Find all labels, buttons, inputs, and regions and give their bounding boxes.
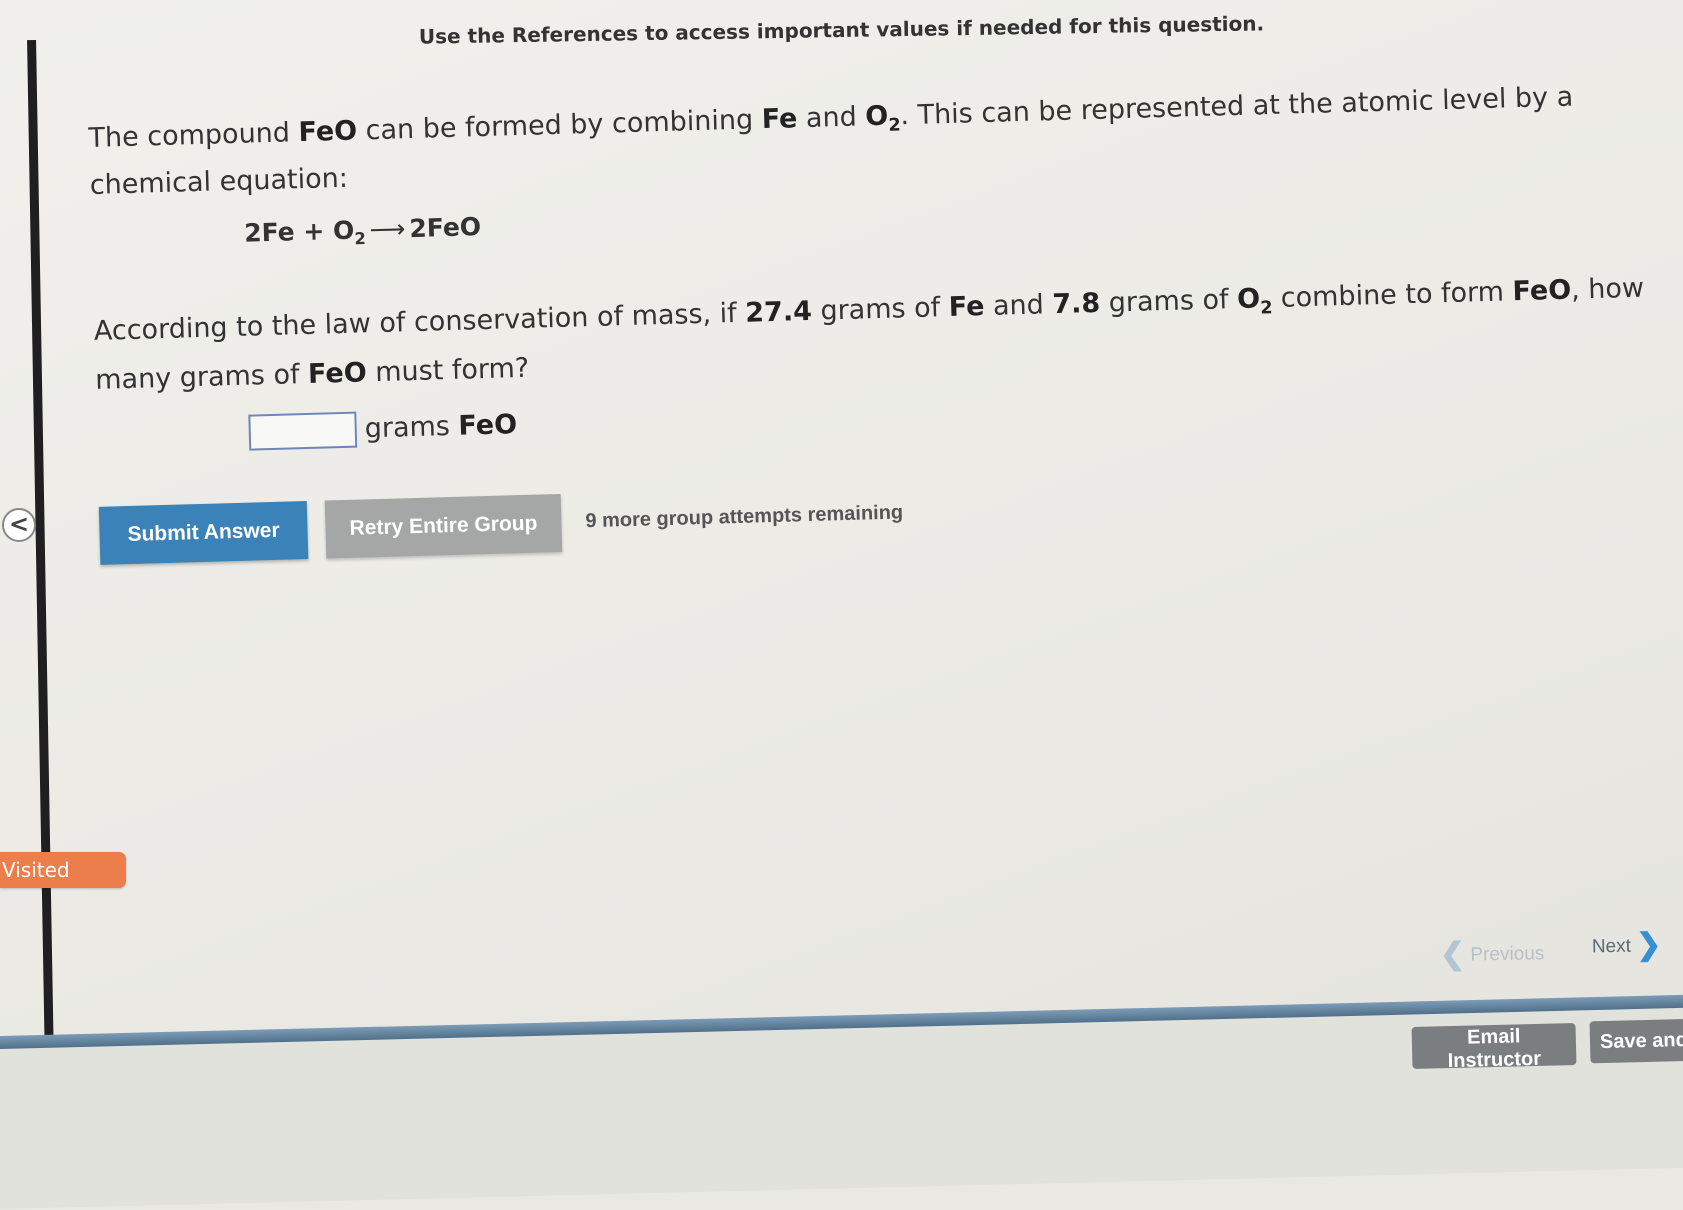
prompt-o2-base: O <box>1236 283 1261 315</box>
question-panel: The compound FeO can be formed by combin… <box>88 76 1660 565</box>
prompt-compound-feo-2: FeO <box>307 357 368 390</box>
intro-text-1: The compound <box>88 117 299 154</box>
prompt-text-4: grams of <box>1099 283 1238 319</box>
question-pager: ❮ Previous Next ❯ <box>1440 928 1671 977</box>
o2-base: O <box>864 100 889 133</box>
equation-product: 2FeO <box>408 212 482 244</box>
save-and-exit-button[interactable]: Save and <box>1589 1018 1683 1064</box>
reaction-arrow-icon: ⟶ <box>369 214 406 245</box>
intro-text-3: and <box>796 101 866 135</box>
element-fe: Fe <box>761 103 798 136</box>
attempts-remaining: 9 more group attempts remaining <box>585 501 904 533</box>
prompt-element-fe: Fe <box>948 290 985 323</box>
equation-o2-base: O <box>332 215 355 246</box>
equation-reactant-o2: O2 <box>332 215 367 249</box>
prompt-o2-subscript: 2 <box>1260 297 1273 319</box>
prompt-compound-feo: FeO <box>1512 274 1572 308</box>
page: Use the References to access important v… <box>0 0 1683 1210</box>
chevron-left-icon: ❮ <box>1439 937 1466 972</box>
next-label: Next <box>1591 935 1632 958</box>
equation-reactant-fe: 2Fe <box>243 217 296 248</box>
answer-units: grams FeO <box>364 410 517 445</box>
action-bar: Submit Answer Retry Entire Group 9 more … <box>98 463 1660 565</box>
units-text: grams <box>364 411 459 445</box>
prompt-text-2: grams of <box>811 291 950 327</box>
prompt-text-5: combine to form <box>1271 276 1513 314</box>
answer-input[interactable] <box>248 411 358 451</box>
equation-o2-subscript: 2 <box>354 229 367 249</box>
prompt-text-1: According to the law of conservation of … <box>93 297 746 347</box>
collapse-sidebar-icon[interactable]: < <box>2 508 36 542</box>
references-note: Use the References to access important v… <box>418 11 1265 49</box>
o2-subscript: 2 <box>888 115 901 136</box>
next-button[interactable]: Next ❯ <box>1592 927 1662 963</box>
compound-feo: FeO <box>298 115 358 149</box>
chevron-right-icon: ❯ <box>1635 928 1662 962</box>
equation-plus: + <box>302 216 325 247</box>
o2-mass-value: 7.8 <box>1051 287 1101 320</box>
previous-label: Previous <box>1470 943 1545 966</box>
fe-mass-value: 27.4 <box>744 295 813 329</box>
submit-answer-button[interactable]: Submit Answer <box>98 501 309 565</box>
prompt-text-7: must form? <box>366 352 530 389</box>
prompt-text-3: and <box>983 288 1053 322</box>
units-compound: FeO <box>458 409 518 443</box>
retry-entire-group-button[interactable]: Retry Entire Group <box>324 493 563 559</box>
prompt-element-o2: O2 <box>1236 283 1273 319</box>
visited-tab[interactable]: Visited <box>0 852 126 888</box>
email-instructor-button[interactable]: Email Instructor <box>1411 1023 1577 1072</box>
element-o2: O2 <box>864 100 901 136</box>
left-divider <box>27 39 54 1066</box>
previous-button[interactable]: ❮ Previous <box>1440 935 1545 972</box>
intro-text-2: can be formed by combining <box>356 104 763 147</box>
